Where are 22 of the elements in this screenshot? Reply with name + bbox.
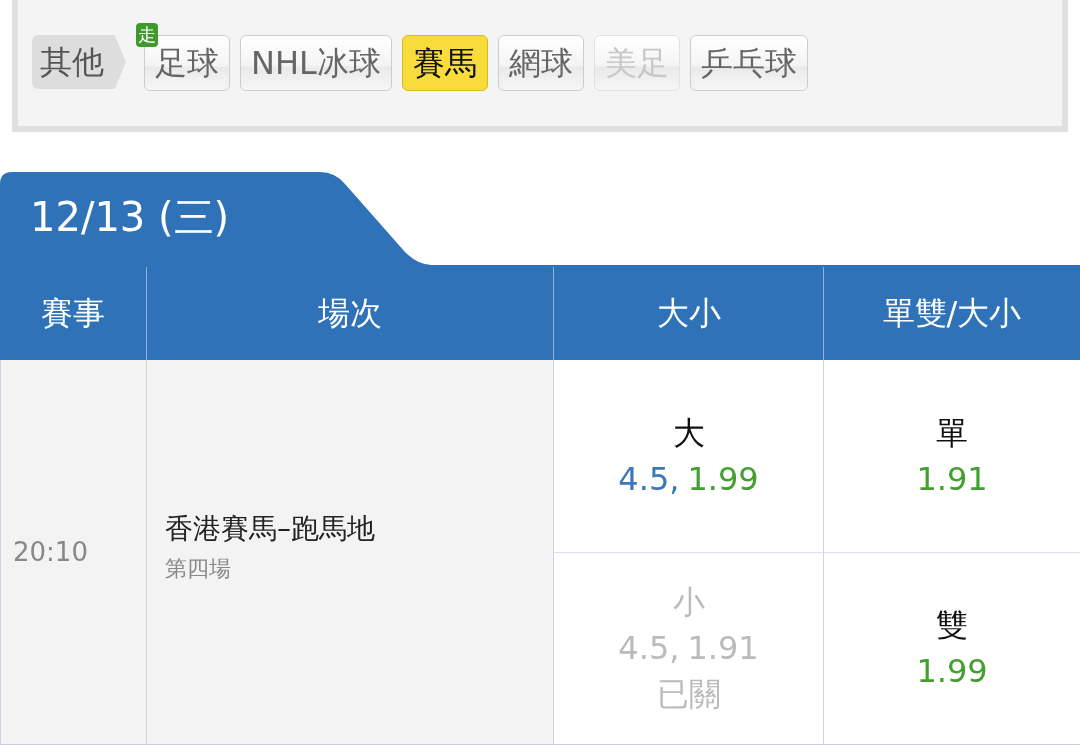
column-header: 賽事 <box>0 267 146 360</box>
column-header: 大小 <box>553 267 823 360</box>
bet-label: 大 <box>672 412 705 454</box>
odds-line: 4.5, 1.99 <box>618 458 759 500</box>
match-time: 20:10 <box>13 537 88 567</box>
odds-line: 1.91 <box>916 458 988 500</box>
sport-filter-chip[interactable]: 賽馬 <box>401 35 488 91</box>
sport-filter-chip[interactable]: 網球 <box>497 35 584 91</box>
odds-line: 1.99 <box>916 651 988 693</box>
sport-filter-chip[interactable]: NHL冰球 <box>240 35 392 91</box>
race-number: 第四場 <box>165 555 231 583</box>
event-name: 香港賽馬–跑馬地 <box>165 511 375 547</box>
bet-label: 雙 <box>936 605 968 647</box>
closed-status: 已關 <box>656 674 721 716</box>
sport-filter-chip[interactable]: 乒乓球 <box>689 35 808 91</box>
bet-label: 單 <box>936 412 968 454</box>
live-badge: 走 <box>136 23 158 47</box>
odds-line: 4.5, 1.91 <box>618 628 759 670</box>
column-header: 單雙/大小 <box>823 267 1080 360</box>
bet-label: 小 <box>672 582 705 624</box>
category-label: 其他 <box>32 35 126 89</box>
column-header: 場次 <box>146 267 553 360</box>
